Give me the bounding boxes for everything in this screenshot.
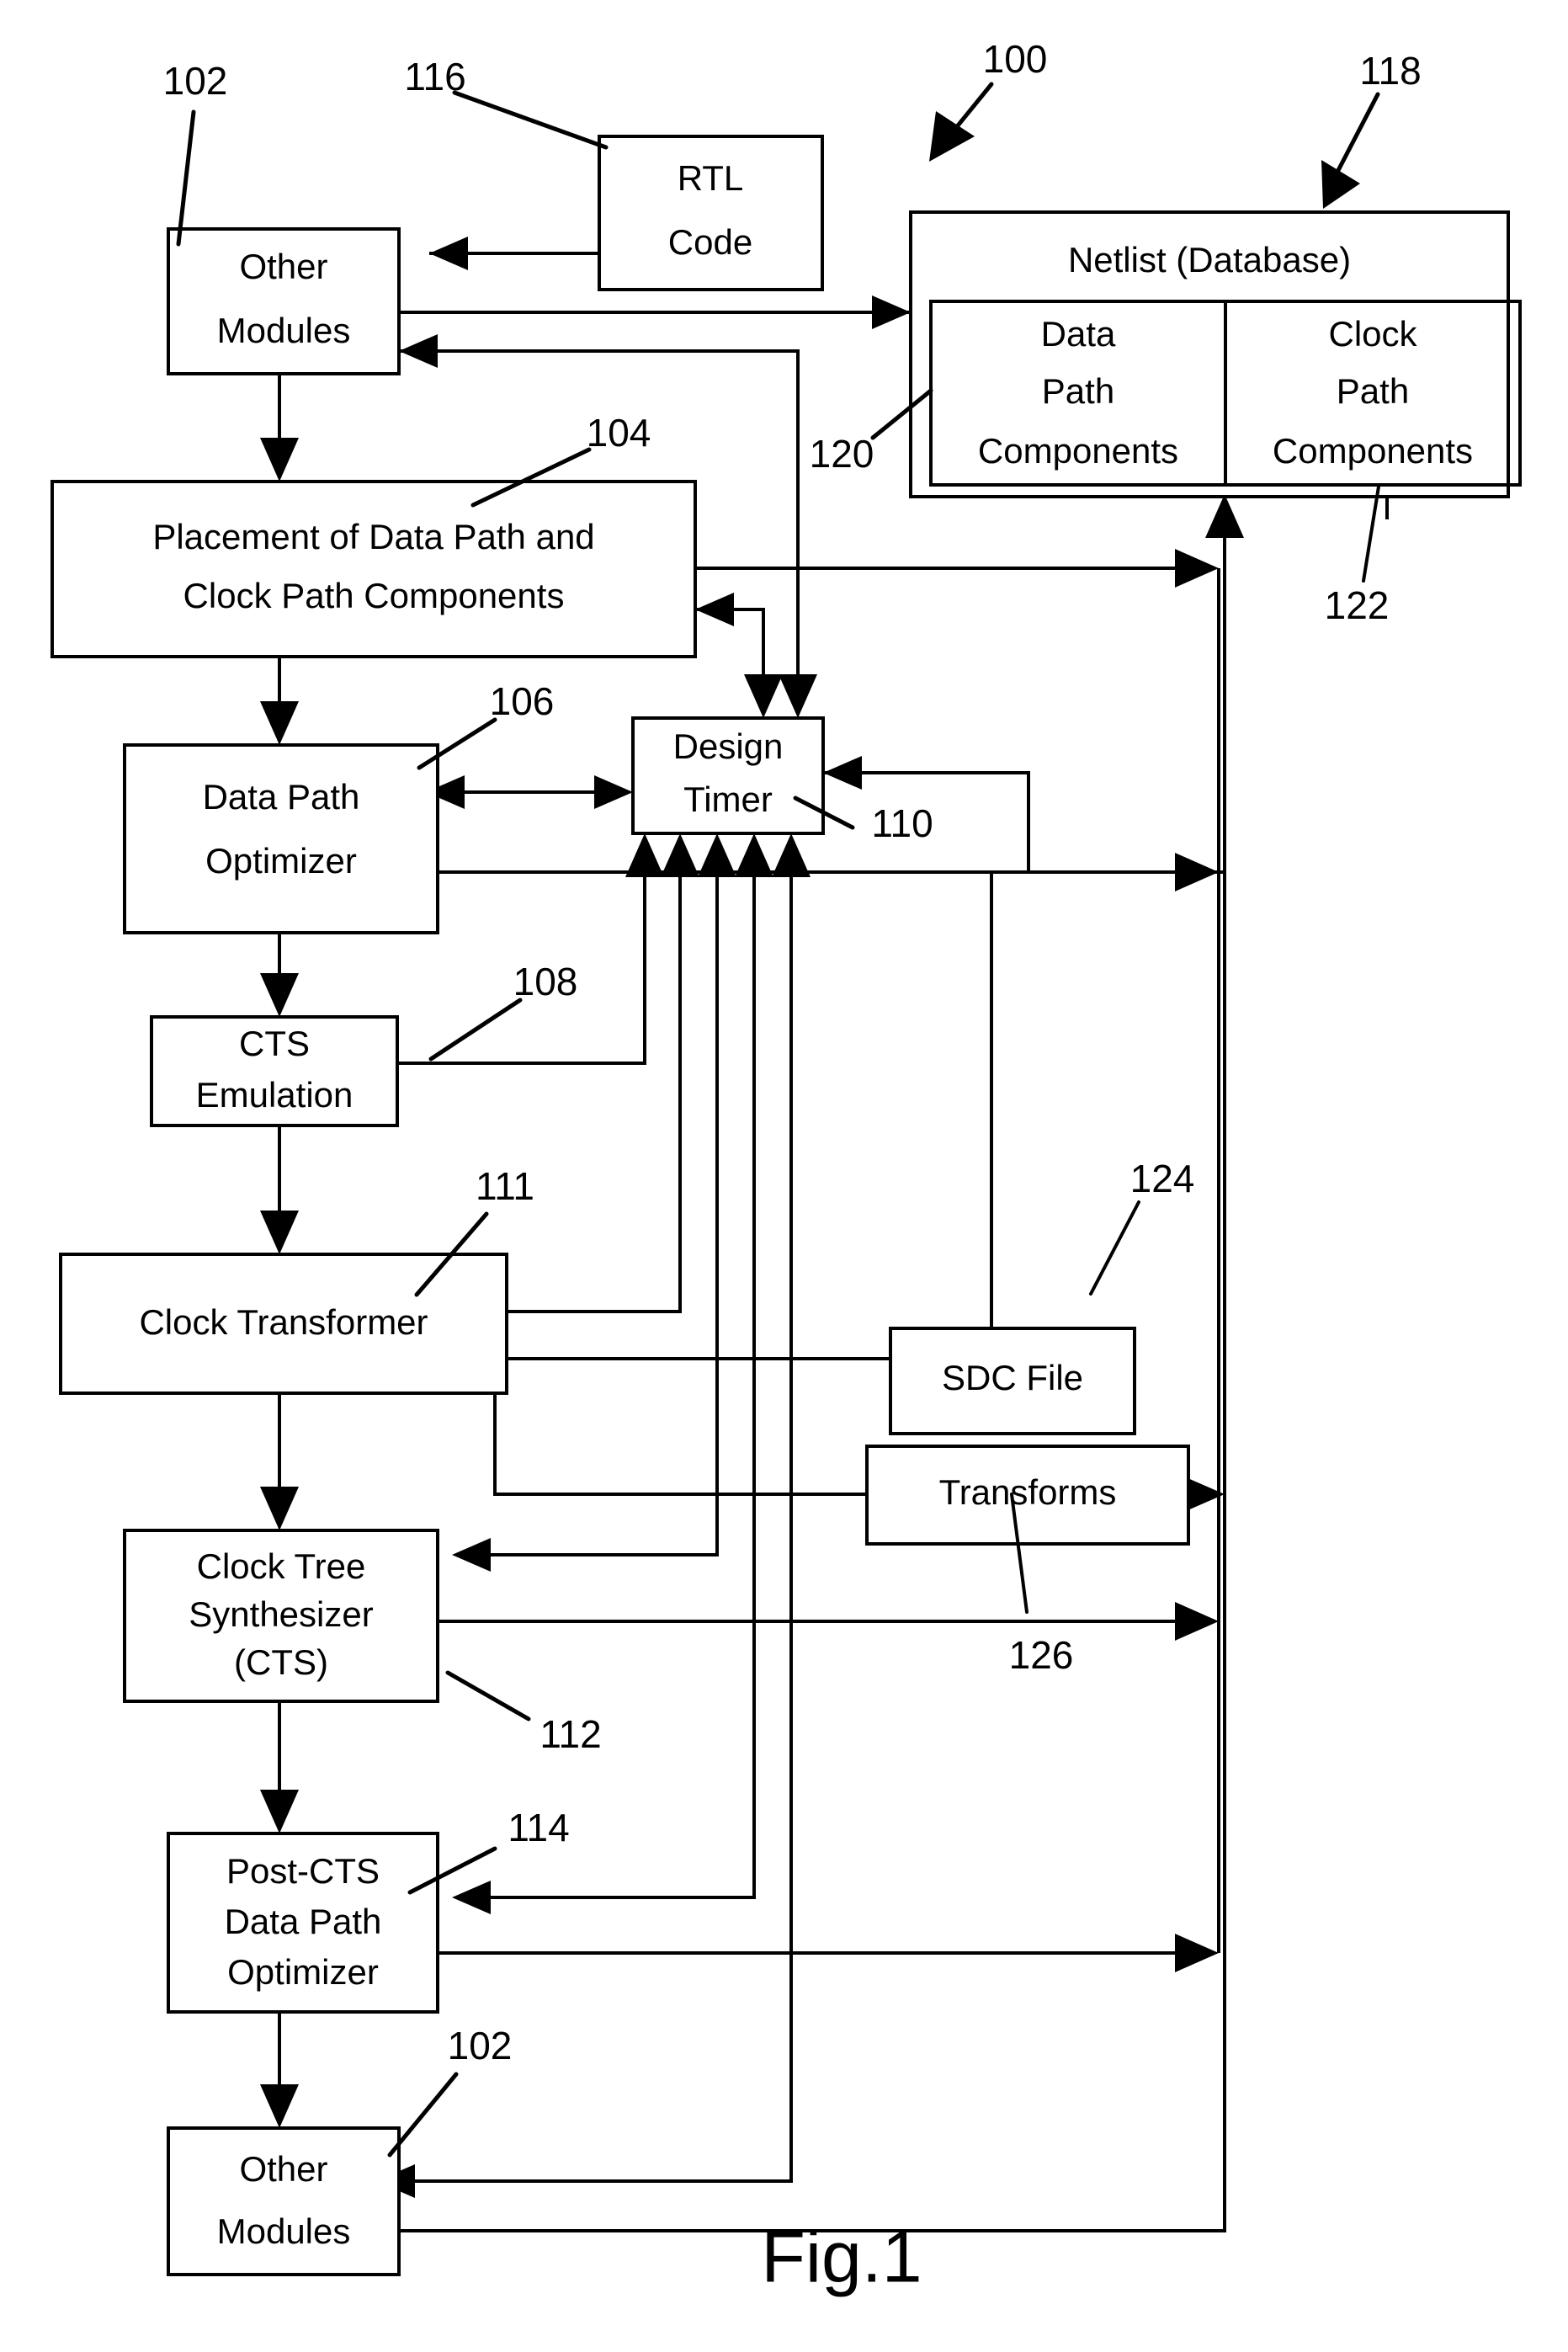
arrowhead-cts-to-postcts bbox=[260, 1790, 299, 1833]
data-path-components-line2: Path bbox=[1042, 371, 1114, 411]
ref-114: 114 bbox=[508, 1806, 569, 1849]
ref-122: 122 bbox=[1325, 583, 1390, 627]
arrowhead-cts-to-bus bbox=[1175, 1602, 1219, 1641]
arrowhead-rtl-to-other bbox=[429, 237, 468, 270]
box-cts-emulation[interactable]: CTS Emulation bbox=[150, 1015, 399, 1127]
cts-emulation-line1: CTS bbox=[239, 1024, 310, 1063]
box-other-modules-bottom[interactable]: Other Modules bbox=[167, 2126, 401, 2276]
postcts-line1: Post-CTS bbox=[226, 1851, 380, 1891]
cts-line2: Synthesizer bbox=[189, 1594, 373, 1634]
data-path-components-line1: Data bbox=[1041, 314, 1116, 354]
arrowhead-bus-up-to-netlist bbox=[1205, 494, 1244, 538]
ref-120: 120 bbox=[810, 432, 874, 476]
ref-106: 106 bbox=[490, 679, 555, 723]
arrowhead-clocktr-to-cts bbox=[260, 1487, 299, 1530]
patent-flow-diagram: Other Modules RTL Code Netlist (Database… bbox=[50, 37, 1522, 2298]
arrowhead-into-design-timer-top-a bbox=[744, 674, 783, 718]
arrowhead-other-to-placement bbox=[260, 438, 299, 482]
placement-line2: Clock Path Components bbox=[183, 576, 565, 615]
netlist-title: Netlist (Database) bbox=[1068, 240, 1351, 279]
box-post-cts-data-path-optimizer[interactable]: Post-CTS Data Path Optimizer bbox=[167, 1832, 439, 2014]
ref-116: 116 bbox=[404, 55, 465, 98]
arrowhead-postcts-to-bus bbox=[1175, 1934, 1219, 1972]
ref-104: 104 bbox=[587, 411, 651, 455]
ref-124: 124 bbox=[1130, 1157, 1195, 1200]
transforms-line1: Transforms bbox=[939, 1472, 1117, 1512]
arrowhead-into-design-timer-top-b bbox=[779, 674, 817, 718]
clock-path-components-line1: Clock bbox=[1328, 314, 1417, 354]
clock-path-components-line2: Path bbox=[1337, 371, 1409, 411]
ref-126: 126 bbox=[1009, 1633, 1074, 1677]
figure-canvas: Other Modules RTL Code Netlist (Database… bbox=[0, 0, 1568, 2352]
cts-emulation-line2: Emulation bbox=[196, 1075, 353, 1115]
design-timer-line2: Timer bbox=[683, 780, 773, 819]
other-modules-top-line1: Other bbox=[239, 247, 327, 286]
ref-102-top: 102 bbox=[163, 59, 228, 103]
arrowhead-system-100 bbox=[929, 111, 975, 162]
box-sdc-file[interactable]: SDC File bbox=[889, 1327, 1136, 1435]
rtl-code-line1: RTL bbox=[678, 158, 744, 198]
box-clock-transformer[interactable]: Clock Transformer bbox=[59, 1253, 508, 1395]
box-transforms[interactable]: Transforms bbox=[865, 1445, 1190, 1546]
box-netlist-database[interactable]: Netlist (Database) Data Path Components … bbox=[909, 210, 1522, 498]
wire-v4-to-postcts bbox=[471, 862, 756, 1899]
arrowhead-v4-to-postcts bbox=[452, 1881, 491, 1914]
rtl-code-line2: Code bbox=[668, 222, 752, 262]
ref-108: 108 bbox=[513, 960, 578, 1003]
ref-118: 118 bbox=[1359, 49, 1421, 93]
arrowhead-ctsemu-to-clocktr bbox=[260, 1211, 299, 1254]
cts-line3: (CTS) bbox=[234, 1642, 328, 1682]
ref-102-bottom: 102 bbox=[448, 2024, 513, 2067]
box-other-modules-top[interactable]: Other Modules bbox=[167, 227, 401, 375]
design-timer-line1: Design bbox=[673, 726, 784, 766]
ref-110: 110 bbox=[871, 801, 933, 845]
arrowhead-other-to-netlist bbox=[872, 295, 911, 329]
postcts-line3: Optimizer bbox=[227, 1952, 379, 1992]
arrowhead-v3-to-cts bbox=[452, 1538, 491, 1572]
box-design-timer[interactable]: Design Timer bbox=[631, 716, 825, 835]
other-modules-bottom-line2: Modules bbox=[217, 2211, 351, 2251]
arrowhead-dpopt-to-ctsemu bbox=[260, 973, 299, 1017]
sdc-file-line1: SDC File bbox=[942, 1358, 1083, 1397]
arrowhead-dpopt-right bbox=[594, 775, 633, 809]
box-rtl-code[interactable]: RTL Code bbox=[598, 135, 824, 291]
postcts-line2: Data Path bbox=[225, 1902, 382, 1941]
arrowhead-postcts-to-otherbottom bbox=[260, 2084, 299, 2128]
ref-100: 100 bbox=[983, 37, 1048, 81]
arrowhead-feedback-to-placement bbox=[695, 593, 734, 626]
box-placement[interactable]: Placement of Data Path and Clock Path Co… bbox=[50, 480, 697, 658]
box-clock-tree-synthesizer[interactable]: Clock Tree Synthesizer (CTS) bbox=[123, 1529, 439, 1703]
other-modules-top-line2: Modules bbox=[217, 311, 351, 350]
data-path-optimizer-line2: Optimizer bbox=[205, 841, 357, 881]
data-path-components-line3: Components bbox=[978, 431, 1178, 471]
cts-line1: Clock Tree bbox=[197, 1546, 366, 1586]
ref-112: 112 bbox=[539, 1712, 601, 1756]
arrowhead-placement-to-dpopt bbox=[260, 701, 299, 745]
other-modules-bottom-line1: Other bbox=[239, 2149, 327, 2189]
data-path-optimizer-line1: Data Path bbox=[203, 777, 360, 817]
arrowhead-placement-to-bus bbox=[1175, 549, 1219, 588]
ref-111: 111 bbox=[476, 1164, 534, 1208]
clock-path-components-line3: Components bbox=[1273, 431, 1473, 471]
arrowhead-bus-to-designtimer bbox=[823, 756, 862, 790]
wire-v5-to-othermodules-bottom bbox=[396, 862, 793, 2183]
arrowhead-bus-to-other-top bbox=[399, 334, 438, 368]
figure-caption: Fig.1 bbox=[761, 2217, 922, 2298]
box-data-path-optimizer[interactable]: Data Path Optimizer bbox=[123, 743, 439, 934]
clock-transformer-line1: Clock Transformer bbox=[139, 1302, 428, 1342]
placement-line1: Placement of Data Path and bbox=[152, 517, 594, 556]
